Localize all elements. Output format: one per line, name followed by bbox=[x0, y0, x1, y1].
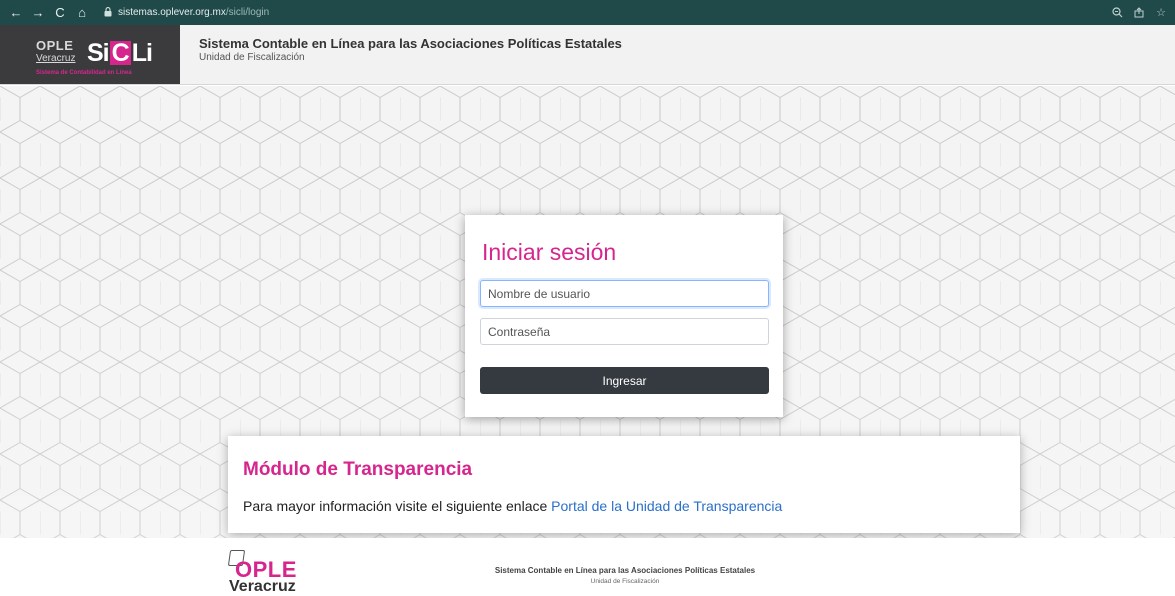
home-icon[interactable]: ⌂ bbox=[72, 3, 92, 23]
transparency-text: Para mayor información visite el siguien… bbox=[243, 498, 783, 514]
footer-subtitle: Unidad de Fiscalización bbox=[590, 578, 660, 585]
footer-logo-veracruz-text: Veracruz bbox=[229, 578, 296, 595]
browser-toolbar: ← → C ⌂ sistemas.oplever.org.mx/sicli/lo… bbox=[0, 0, 1175, 25]
transparency-portal-link[interactable]: Portal de la Unidad de Transparencia bbox=[551, 498, 782, 514]
username-input[interactable]: Nombre de usuario bbox=[480, 280, 769, 307]
footer-title: Sistema Contable en Línea para las Asoci… bbox=[494, 566, 756, 575]
share-icon[interactable] bbox=[1129, 3, 1149, 23]
url-path: /sicli/login bbox=[225, 7, 270, 18]
footer-ople-logo: OPLE Veracruz bbox=[227, 550, 307, 595]
logo-tagline: Sistema de Contabilidad en Línea bbox=[36, 70, 132, 76]
bookmark-star-icon[interactable]: ☆ bbox=[1151, 3, 1171, 23]
login-title: Iniciar sesión bbox=[482, 239, 617, 265]
forward-arrow-icon[interactable]: → bbox=[28, 3, 48, 23]
app-title: Sistema Contable en Línea para las Asoci… bbox=[199, 36, 622, 51]
zoom-icon[interactable] bbox=[1107, 3, 1127, 23]
footer: OPLE Veracruz Sistema Contable en Línea … bbox=[0, 538, 1175, 595]
address-bar[interactable]: sistemas.oplever.org.mx/sicli/login bbox=[104, 6, 270, 19]
reload-icon[interactable]: C bbox=[50, 3, 70, 23]
app-subtitle: Unidad de Fiscalización bbox=[199, 52, 305, 63]
back-arrow-icon[interactable]: ← bbox=[6, 3, 26, 23]
url-domain: sistemas.oplever.org.mx bbox=[118, 7, 226, 18]
logo-sicli-text: Si C Li bbox=[87, 39, 153, 67]
transparency-card: Módulo de Transparencia Para mayor infor… bbox=[228, 436, 1020, 533]
login-submit-button[interactable]: Ingresar bbox=[480, 367, 769, 394]
app-header: OPLE Veracruz Si C Li Sistema de Contabili… bbox=[0, 25, 1175, 85]
lock-icon bbox=[104, 6, 112, 19]
sicli-logo[interactable]: OPLE Veracruz Si C Li Sistema de Contabili… bbox=[0, 25, 180, 84]
transparency-title: Módulo de Transparencia bbox=[243, 459, 473, 480]
password-input[interactable]: Contraseña bbox=[480, 318, 769, 345]
logo-veracruz-text: Veracruz bbox=[36, 53, 76, 64]
login-card: Iniciar sesión Nombre de usuario Contras… bbox=[465, 215, 783, 417]
logo-ople-text: OPLE bbox=[36, 38, 74, 53]
